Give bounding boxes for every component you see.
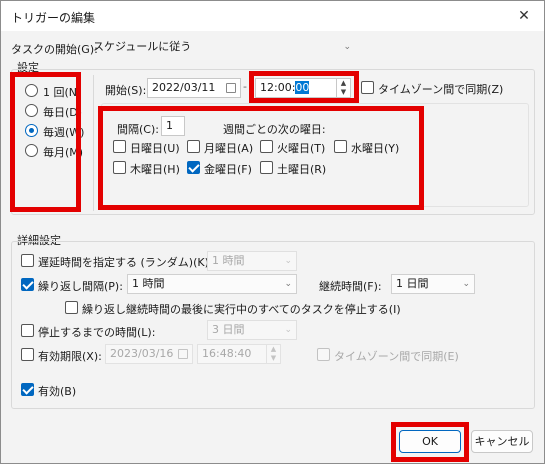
stop-all-label: 繰り返し継続時間の最後に実行中のすべてのタスクを停止する(I) — [82, 303, 401, 316]
enabled-checkbox[interactable] — [21, 383, 34, 396]
sync-timezone-checkbox[interactable] — [361, 81, 374, 94]
trigger-edit-dialog: トリガーの編集 ✕ タスクの開始(G): スケジュールに従う ⌄ 設定 1 回(… — [0, 0, 545, 464]
start-task-label: タスクの開始(G): — [11, 43, 98, 56]
delay-select[interactable]: 1 時間 ⌄ — [207, 251, 297, 271]
highlight-weekdays — [98, 106, 424, 210]
enabled-label: 有効(B) — [38, 385, 77, 398]
delay-checkbox[interactable] — [21, 254, 34, 267]
time-spinner[interactable]: ▲ ▼ — [266, 345, 280, 363]
calendar-icon[interactable] — [226, 83, 236, 93]
delay-value: 1 時間 — [212, 254, 245, 267]
duration-value: 1 日間 — [396, 277, 429, 290]
cancel-button[interactable]: キャンセル — [471, 430, 533, 453]
repeat-select[interactable]: 1 時間 ⌄ — [127, 274, 297, 294]
expire-date-picker[interactable]: 2023/03/16 — [105, 344, 193, 364]
calendar-icon[interactable] — [178, 349, 188, 359]
chevron-down-icon: ⌄ — [343, 42, 351, 52]
start-task-select[interactable]: スケジュールに従う ⌄ — [89, 38, 355, 58]
start-date-picker[interactable]: 2022/03/11 — [147, 78, 241, 98]
settings-divider — [93, 75, 94, 211]
sync-timezone-label: タイムゾーン間で同期(Z) — [378, 83, 504, 96]
duration-label: 継続時間(F): — [319, 280, 382, 293]
highlight-ok-button — [391, 422, 469, 462]
expire-sync-label: タイムゾーン間で同期(E) — [334, 350, 459, 363]
chevron-down-icon: ⌄ — [284, 325, 292, 335]
start-task-value: スケジュールに従う — [93, 40, 192, 53]
window-title: トリガーの編集 — [11, 11, 96, 25]
expire-sync-checkbox[interactable] — [317, 348, 330, 361]
close-icon[interactable]: ✕ — [514, 6, 534, 26]
expire-time-value: 16:48:40 — [202, 347, 252, 360]
stop-after-select[interactable]: 3 日間 ⌄ — [207, 320, 297, 340]
repeat-label: 繰り返し間隔(P): — [38, 280, 123, 293]
expire-date-value: 2023/03/16 — [110, 347, 174, 360]
highlight-start-time — [249, 71, 359, 103]
stop-all-checkbox[interactable] — [65, 301, 78, 314]
start-date-value: 2022/03/11 — [152, 81, 216, 94]
stop-after-label: 停止するまでの時間(L): — [38, 326, 156, 339]
highlight-frequency — [10, 72, 81, 212]
chevron-down-icon: ⌄ — [462, 279, 470, 289]
chevron-down-icon: ⌄ — [284, 279, 292, 289]
duration-select[interactable]: 1 日間 ⌄ — [391, 274, 475, 294]
repeat-checkbox[interactable] — [21, 278, 34, 291]
repeat-value: 1 時間 — [132, 277, 165, 290]
stop-after-value: 3 日間 — [212, 323, 245, 336]
expire-checkbox[interactable] — [21, 348, 34, 361]
start-label: 開始(S): — [105, 84, 147, 97]
delay-label: 遅延時間を指定する (ランダム)(K): — [38, 256, 213, 269]
expire-time-input[interactable]: 16:48:40 ▲ ▼ — [197, 344, 281, 364]
chevron-down-icon: ⌄ — [284, 256, 292, 266]
title-bar: トリガーの編集 ✕ — [1, 1, 544, 31]
expire-label: 有効期限(X): — [38, 350, 102, 363]
stop-after-checkbox[interactable] — [21, 324, 34, 337]
date-time-separator: - — [243, 80, 247, 93]
